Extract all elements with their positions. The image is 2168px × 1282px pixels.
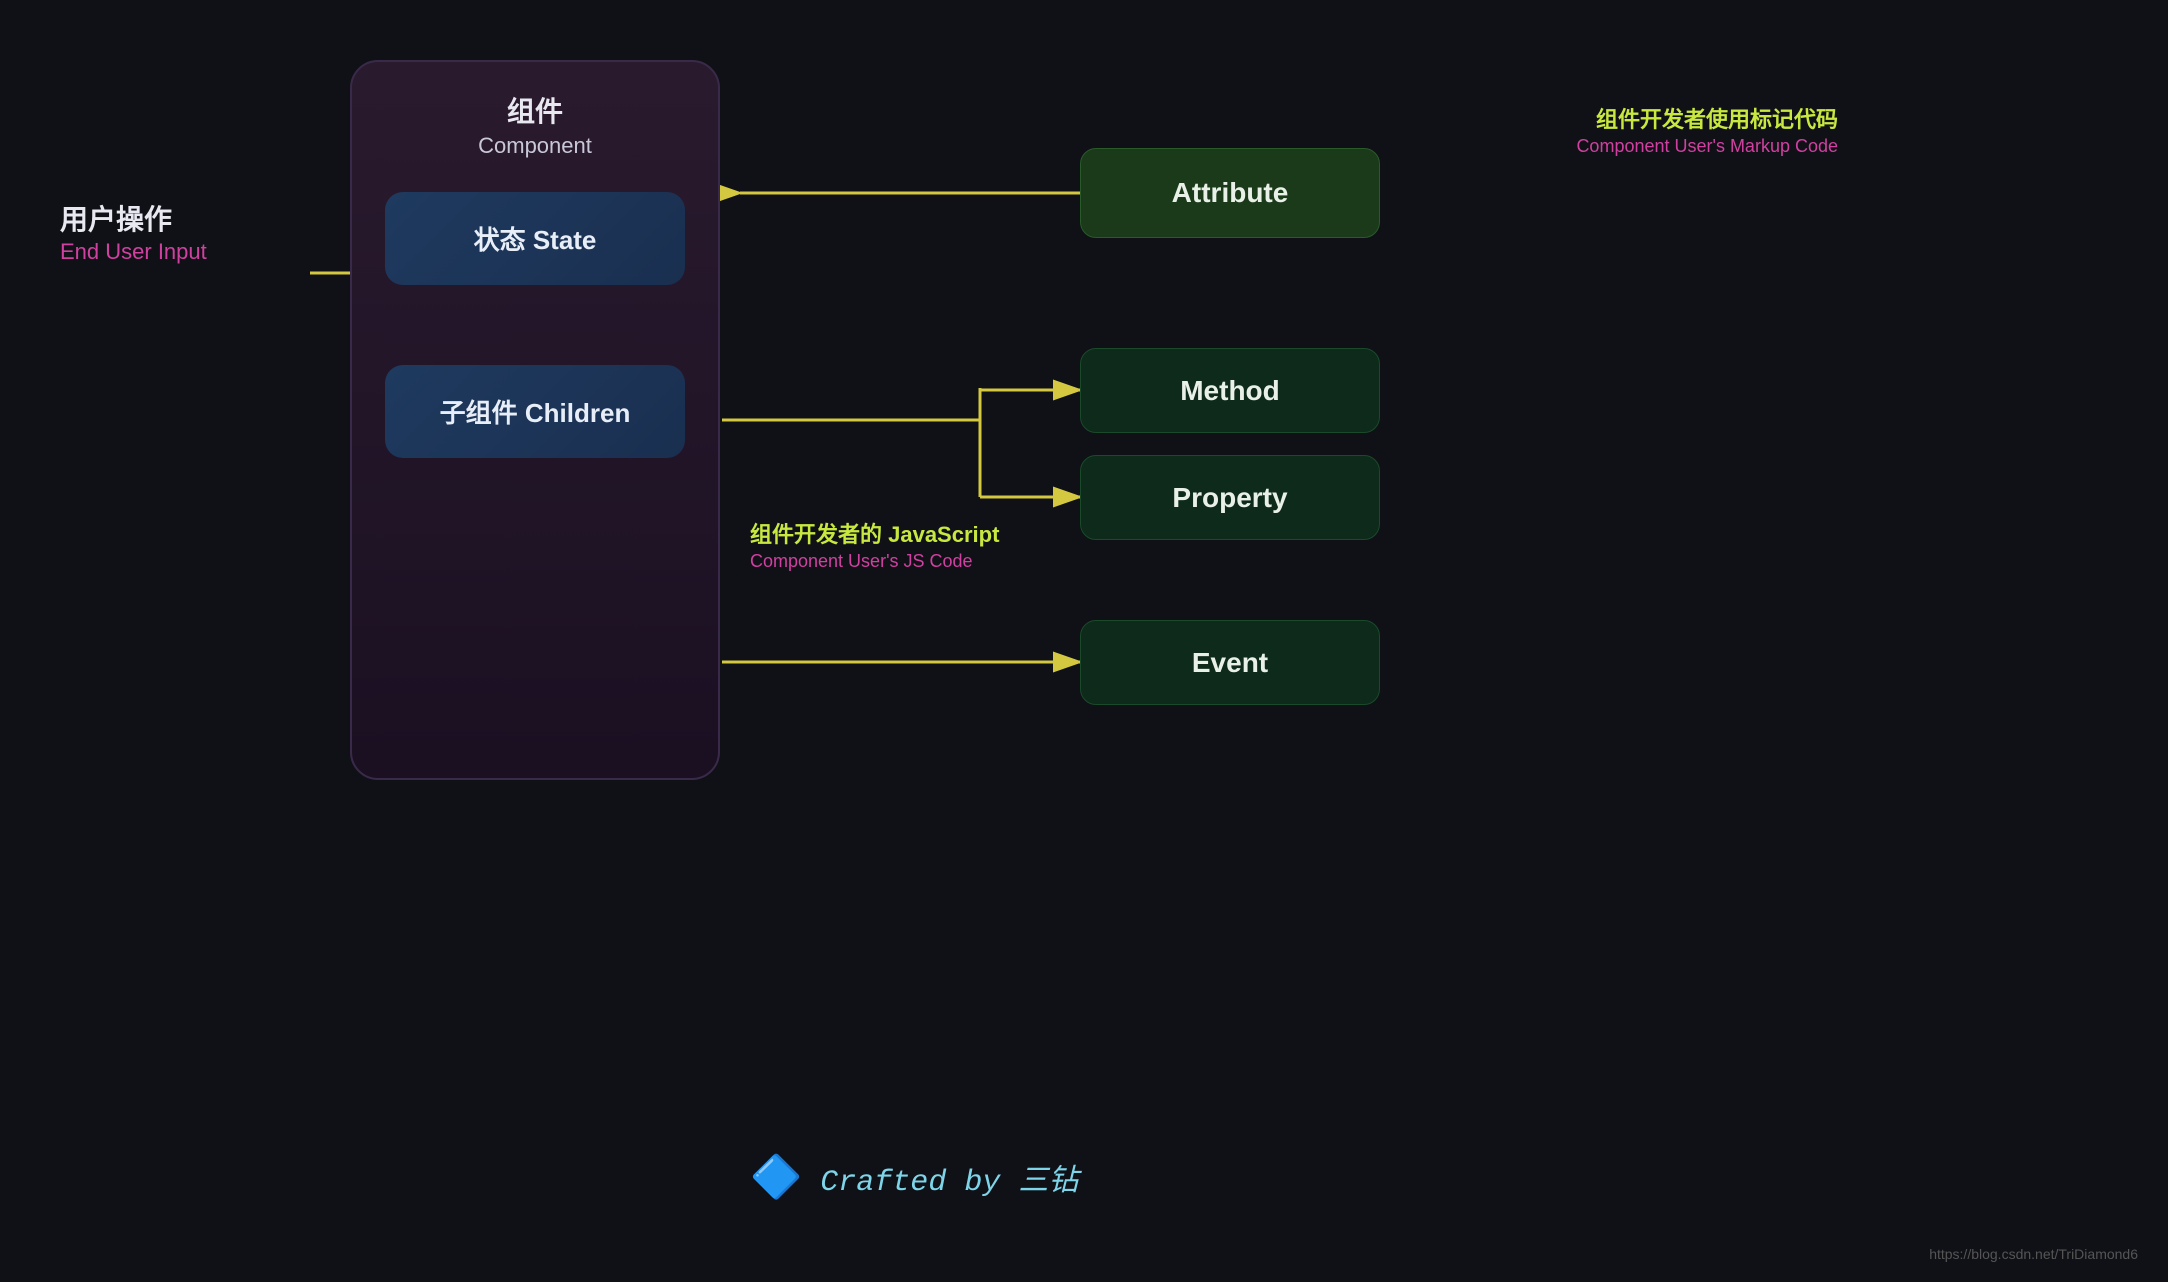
left-label-en: End User Input	[60, 239, 207, 265]
state-box: 状态 State	[385, 192, 685, 285]
footer-url: https://blog.csdn.net/TriDiamond6	[1929, 1246, 2138, 1262]
bottom-right-label-cn: 组件开发者的 JavaScript	[750, 520, 999, 551]
event-box: Event	[1080, 620, 1380, 705]
left-label-cn: 用户操作	[60, 200, 207, 239]
method-box-text: Method	[1180, 375, 1280, 407]
method-box: Method	[1080, 348, 1380, 433]
attribute-box: Attribute	[1080, 148, 1380, 238]
footer-text: Crafted by 三钻	[820, 1155, 1078, 1200]
bottom-right-label: 组件开发者的 JavaScript Component User's JS Co…	[750, 520, 999, 572]
attribute-box-text: Attribute	[1172, 177, 1289, 209]
property-box: Property	[1080, 455, 1380, 540]
left-label: 用户操作 End User Input	[60, 200, 207, 265]
component-title-cn: 组件	[478, 92, 592, 131]
component-title-en: Component	[478, 131, 592, 162]
top-right-label-cn: 组件开发者使用标记代码	[750, 105, 1838, 136]
bottom-right-label-en: Component User's JS Code	[750, 551, 999, 572]
children-box: 子组件 Children	[385, 365, 685, 458]
component-title: 组件 Component	[478, 92, 592, 162]
state-box-text: 状态 State	[474, 225, 597, 255]
footer-brand: 🔷 Crafted by 三钻	[750, 1153, 1078, 1202]
gem-icon: 🔷	[750, 1153, 802, 1202]
component-box: 组件 Component 状态 State 子组件 Children	[350, 60, 720, 780]
children-box-text: 子组件 Children	[440, 398, 631, 428]
property-box-text: Property	[1172, 482, 1287, 514]
event-box-text: Event	[1192, 647, 1268, 679]
diagram-container: 用户操作 End User Input 组件 Component 状态 Stat…	[0, 0, 2168, 1282]
